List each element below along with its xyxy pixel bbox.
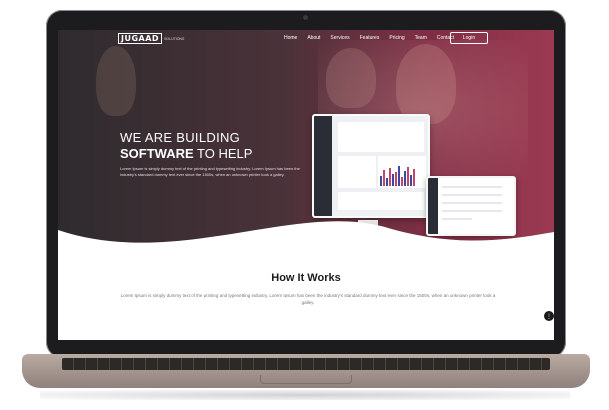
laptop-lid: JUGAAD SOLUTIONS Home About Services Fea… [46, 10, 566, 358]
hero-title-rest: TO HELP [193, 146, 253, 161]
hero-section: JUGAAD SOLUTIONS Home About Services Fea… [58, 30, 554, 254]
navbar: JUGAAD SOLUTIONS Home About Services Fea… [58, 30, 554, 48]
mockup-row [442, 194, 502, 196]
trackpad-notch [260, 375, 352, 384]
section-description: Lorem Ipsum is simply dummy text of the … [120, 293, 496, 305]
hero-description: Lorem Ipsum is simply dummy text of the … [120, 166, 300, 177]
hero-title-bold: SOFTWARE [120, 146, 194, 161]
hero-wave [58, 221, 554, 254]
stage: JUGAAD SOLUTIONS Home About Services Fea… [0, 0, 609, 410]
camera [303, 15, 308, 20]
hero-title-line2: SOFTWARE TO HELP [120, 146, 252, 161]
nav-menu: Home About Services Features Pricing Tea… [284, 35, 454, 41]
mockup-row [442, 186, 502, 188]
nav-item-services[interactable]: Services [330, 35, 349, 41]
laptop-screen: JUGAAD SOLUTIONS Home About Services Fea… [58, 30, 554, 340]
section-title: How It Works [271, 272, 341, 284]
background-person [396, 44, 456, 124]
keyboard [62, 358, 550, 370]
login-button[interactable]: Login [450, 32, 488, 44]
scroll-icon[interactable]: ⋮ [544, 311, 554, 321]
nav-item-about[interactable]: About [307, 35, 320, 41]
hero-title-line1: WE ARE BUILDING [120, 130, 241, 145]
logo-subtext: SOLUTIONS [164, 36, 185, 41]
mockup-card [338, 156, 376, 188]
laptop-shadow [40, 390, 570, 400]
nav-item-pricing[interactable]: Pricing [389, 35, 404, 41]
nav-item-features[interactable]: Features [360, 35, 380, 41]
background-person [326, 48, 376, 108]
mockup-card [338, 122, 424, 152]
mockup-bar-chart [380, 162, 426, 186]
background-person [96, 46, 136, 116]
logo-text: JUGAAD [118, 33, 163, 44]
hero-headline: WE ARE BUILDING SOFTWARE TO HELP [120, 130, 252, 161]
nav-item-home[interactable]: Home [284, 35, 297, 41]
nav-item-team[interactable]: Team [415, 35, 427, 41]
logo[interactable]: JUGAAD SOLUTIONS [118, 33, 184, 44]
laptop-base [22, 354, 590, 388]
